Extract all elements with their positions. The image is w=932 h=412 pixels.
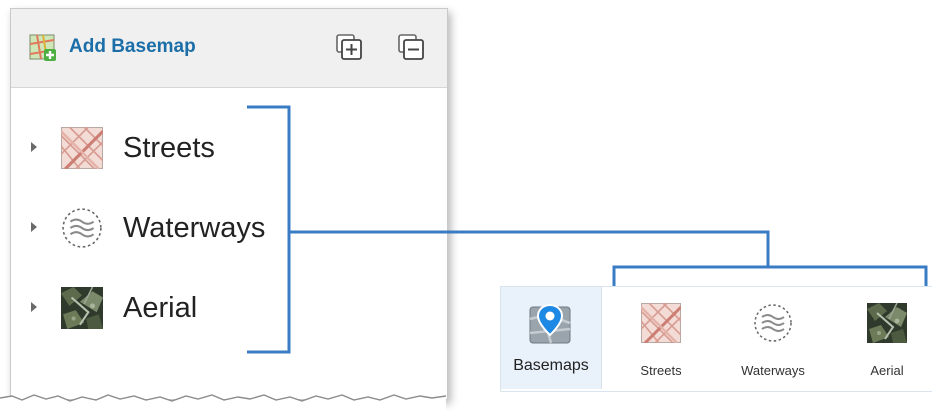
layer-item-aerial[interactable]: Aerial <box>11 281 311 335</box>
streets-thumbnail-icon <box>641 303 681 343</box>
basemap-option-label: Waterways <box>741 363 805 378</box>
add-basemap-icon[interactable] <box>29 34 57 62</box>
aerial-thumbnail-icon <box>61 287 103 329</box>
basemap-toolbar: Basemaps Streets Waterways Aerial <box>500 286 932 392</box>
basemap-option-aerial[interactable]: Aerial <box>837 287 932 389</box>
basemap-option-streets[interactable]: Streets <box>611 287 711 389</box>
streets-thumbnail-icon <box>61 127 103 169</box>
waterways-thumbnail-icon <box>61 207 103 249</box>
basemap-option-waterways[interactable]: Waterways <box>723 287 823 389</box>
add-basemap-button[interactable]: Add Basemap <box>69 36 196 58</box>
collapse-all-icon[interactable] <box>396 32 428 64</box>
layer-item-waterways[interactable]: Waterways <box>11 201 311 255</box>
layer-label-waterways: Waterways <box>123 212 266 244</box>
layer-item-streets[interactable]: Streets <box>11 121 311 175</box>
expand-caret-icon[interactable] <box>29 140 39 154</box>
basemaps-pin-icon <box>529 303 571 344</box>
aerial-thumbnail-icon <box>867 303 907 343</box>
panel-header: Add Basemap <box>11 9 447 88</box>
basemaps-button[interactable]: Basemaps <box>501 287 602 389</box>
layer-label-streets: Streets <box>123 132 215 164</box>
waterways-thumbnail-icon <box>753 303 793 343</box>
basemap-option-label: Streets <box>640 363 682 378</box>
basemap-option-label: Aerial <box>870 363 904 378</box>
basemaps-label: Basemaps <box>513 357 589 374</box>
layer-label-aerial: Aerial <box>123 292 198 324</box>
expand-all-icon[interactable] <box>334 32 366 64</box>
expand-caret-icon[interactable] <box>29 220 39 234</box>
expand-caret-icon[interactable] <box>29 300 39 314</box>
layer-panel: Add Basemap Streets Waterways Aerial <box>10 8 448 400</box>
